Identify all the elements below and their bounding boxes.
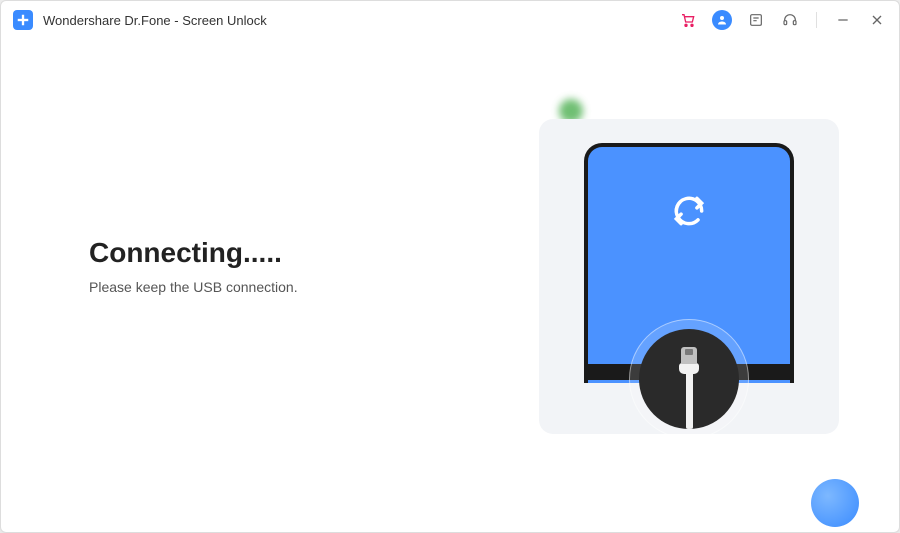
cart-icon[interactable]: [678, 10, 698, 30]
illustration-pane: [499, 109, 839, 439]
support-headset-icon[interactable]: [780, 10, 800, 30]
close-icon[interactable]: [867, 10, 887, 30]
user-icon[interactable]: [712, 10, 732, 30]
usb-cable: [686, 374, 693, 429]
window-title: Wondershare Dr.Fone - Screen Unlock: [43, 13, 678, 28]
phone-illustration-card: [539, 119, 839, 434]
usb-plug-icon: [639, 329, 739, 429]
main-content: Connecting..... Please keep the USB conn…: [1, 39, 899, 532]
titlebar: Wondershare Dr.Fone - Screen Unlock: [1, 1, 899, 39]
sync-icon: [670, 192, 708, 230]
blue-accent-dot-icon: [811, 479, 859, 527]
app-window: Wondershare Dr.Fone - Screen Unlock: [0, 0, 900, 533]
feedback-icon[interactable]: [746, 10, 766, 30]
titlebar-actions: [678, 10, 887, 30]
usb-connector: [681, 347, 697, 364]
minimize-icon[interactable]: [833, 10, 853, 30]
app-logo-icon: [13, 10, 33, 30]
titlebar-divider: [816, 12, 817, 28]
usb-body: [679, 363, 699, 374]
usb-circle: [629, 319, 749, 434]
